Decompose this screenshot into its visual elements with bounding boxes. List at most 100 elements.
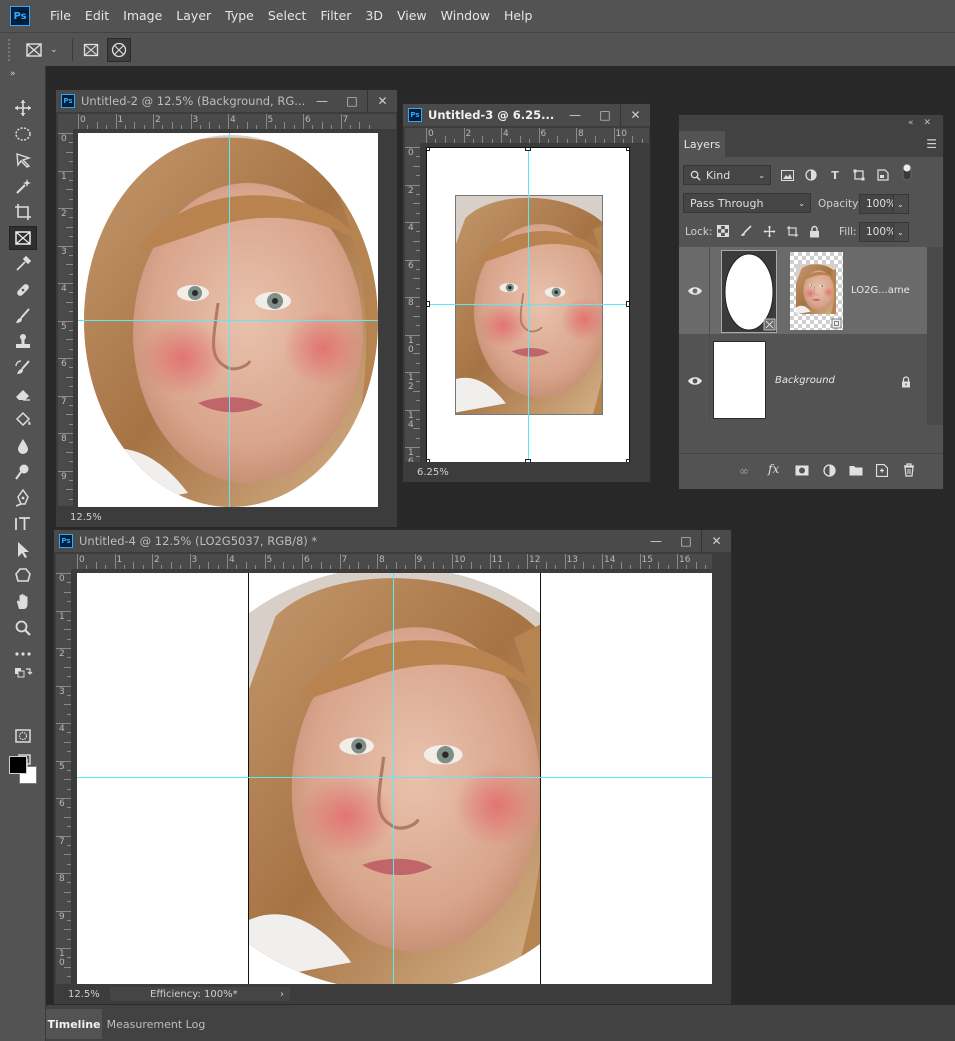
filter-type-icon[interactable]: T [827,167,843,183]
new-adjustment-layer-icon[interactable] [823,464,836,477]
menu-3d[interactable]: 3D [359,0,391,32]
eyedropper-tool[interactable] [9,252,37,276]
lock-position-icon[interactable] [761,223,777,239]
transform-handle[interactable] [427,148,430,151]
pen-tool[interactable] [9,486,37,510]
delete-layer-trash-icon[interactable] [903,463,915,477]
menu-view[interactable]: View [391,0,435,32]
background-thumbnail[interactable] [713,341,766,419]
guide-vertical[interactable] [528,148,529,462]
menu-window[interactable]: Window [435,0,498,32]
expand-toolbar-icon[interactable]: » [0,66,45,82]
image-thumbnail[interactable] [790,252,843,330]
menu-help[interactable]: Help [498,0,541,32]
filter-toggle-switch[interactable] [899,163,915,181]
layer-style-fx-icon[interactable]: fx [768,462,779,476]
minimize-button[interactable]: — [560,104,590,126]
brush-tool[interactable] [9,304,37,328]
fill-dropdown-chevron[interactable]: ⌄ [893,222,909,242]
close-panel-icon[interactable]: ✕ [923,118,931,128]
dodge-tool[interactable] [9,460,37,484]
document-canvas[interactable] [78,133,378,507]
maximize-button[interactable]: □ [337,90,367,112]
menu-type[interactable]: Type [219,0,262,32]
elliptical-frame-button[interactable] [106,37,131,62]
minimize-button[interactable]: — [307,90,337,112]
document-window-untitled-4[interactable]: Ps Untitled-4 @ 12.5% (LO2G5037, RGB/8) … [53,529,732,1004]
transform-handle[interactable] [525,148,531,151]
default-swap-colors[interactable] [9,666,37,684]
chevron-down-icon[interactable]: ⌄ [50,45,58,55]
shape-tool[interactable] [9,564,37,588]
vertical-ruler[interactable]: 0 1 2 3 4 5 6 7 8 9 1 0 [56,570,72,984]
zoom-level[interactable]: 12.5% [68,989,106,1000]
blur-tool[interactable] [9,434,37,458]
layer-row[interactable]: LO2G...ame [679,247,927,334]
move-tool[interactable] [9,96,37,120]
menu-edit[interactable]: Edit [79,0,117,32]
blend-mode-select[interactable]: Pass Through ⌄ [683,193,811,213]
layer-name[interactable]: Background [775,375,835,386]
magic-wand-tool[interactable] [9,174,37,198]
ruler-origin[interactable] [405,128,421,144]
transform-handle[interactable] [427,301,430,307]
maximize-button[interactable]: □ [590,104,620,126]
clone-stamp-tool[interactable] [9,330,37,354]
zoom-level[interactable]: 12.5% [70,512,102,523]
close-button[interactable]: ✕ [701,530,731,552]
tab-layers[interactable]: Layers [679,131,725,157]
maximize-button[interactable]: □ [671,530,701,552]
chevron-right-icon[interactable]: › [280,989,284,1000]
layer-row[interactable]: Background [679,335,927,422]
document-canvas[interactable] [426,147,630,463]
more-tools-button[interactable] [9,642,37,666]
opacity-dropdown-chevron[interactable]: ⌄ [893,194,909,214]
rectangular-frame-button[interactable] [79,38,103,62]
panel-collapse-bar[interactable]: « ✕ [679,115,943,131]
foreground-color-swatch[interactable] [9,756,27,774]
elliptical-marquee-tool[interactable] [9,122,37,146]
collapse-panel-icon[interactable]: « [908,118,914,128]
tab-timeline[interactable]: Timeline [46,1009,102,1039]
menu-image[interactable]: Image [117,0,170,32]
filter-smart-object-icon[interactable] [875,167,891,183]
guide-horizontal[interactable] [427,304,629,305]
menu-layer[interactable]: Layer [170,0,219,32]
horizontal-ruler[interactable]: 0 1 2 3 4 5 6 7 [74,114,396,130]
eraser-tool[interactable] [9,382,37,406]
add-mask-icon[interactable] [795,465,809,476]
zoom-level[interactable]: 6.25% [417,467,449,478]
vertical-ruler[interactable]: 024681 01 21 41 6 [405,144,421,477]
layers-scrollbar[interactable] [927,247,943,425]
paint-bucket-tool[interactable] [9,408,37,432]
zoom-tool[interactable] [9,616,37,640]
guide-horizontal[interactable] [77,777,712,778]
history-brush-tool[interactable] [9,356,37,380]
frame-tool[interactable] [9,226,37,250]
filter-pixel-icon[interactable] [779,167,795,183]
visibility-eye-icon[interactable] [687,286,703,296]
horizontal-ruler[interactable]: 0 2 4 6 8 10 [421,128,649,144]
guide-horizontal[interactable] [78,320,378,321]
healing-brush-tool[interactable] [9,278,37,302]
vertical-ruler[interactable]: 0 1 2 3 4 5 6 7 8 9 [58,130,74,506]
panel-menu-icon[interactable]: ☰ [926,137,937,151]
frame-thumbnail[interactable] [721,250,777,333]
tab-measurement-log[interactable]: Measurement Log [106,1009,206,1039]
efficiency-indicator[interactable]: Efficiency: 100%* › [110,987,290,1001]
document-tab[interactable]: Ps Untitled-4 @ 12.5% (LO2G5037, RGB/8) … [54,530,731,552]
lasso-tool[interactable] [9,148,37,172]
document-canvas[interactable] [77,573,712,984]
lock-artboard-icon[interactable] [784,223,800,239]
menu-file[interactable]: File [44,0,79,32]
document-tab[interactable]: Ps Untitled-3 @ 6.25... — □ ✕ [403,104,650,126]
document-tab[interactable]: Ps Untitled-2 @ 12.5% (Background, RG...… [56,90,397,112]
lock-all-icon[interactable] [806,223,822,239]
minimize-button[interactable]: — [641,530,671,552]
document-window-untitled-2[interactable]: Ps Untitled-2 @ 12.5% (Background, RG...… [55,89,398,527]
path-selection-tool[interactable] [9,538,37,562]
transform-handle[interactable] [626,301,629,307]
document-window-untitled-3[interactable]: Ps Untitled-3 @ 6.25... — □ ✕ 0 2 4 6 8 10 0 2… [402,103,651,483]
link-layers-icon[interactable]: ∞ [739,464,749,478]
layer-name[interactable]: LO2G...ame [851,285,910,296]
